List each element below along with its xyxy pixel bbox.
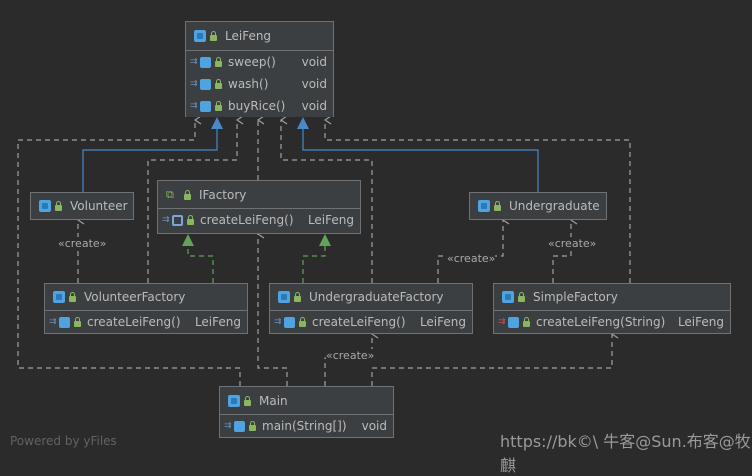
member-type: void (301, 55, 327, 69)
method-icon (508, 316, 519, 328)
class-title: VolunteerFactory (84, 290, 186, 304)
class-node-volunteer[interactable]: Volunteer (30, 192, 134, 220)
member-name: createLeiFeng() (200, 213, 294, 227)
member-name: main(String[]) (262, 419, 347, 433)
override-icon: ⇉ (49, 317, 57, 327)
member-name: createLeiFeng() (87, 315, 181, 329)
member-type: LeiFeng (307, 213, 354, 227)
class-title: Main (259, 393, 288, 408)
edge-volunteer-arrowhead (211, 117, 223, 129)
class-title: SimpleFactory (533, 290, 618, 304)
class-node-volunteer-factory[interactable]: VolunteerFactory ⇉ createLeiFeng() LeiFeng (44, 283, 248, 334)
interface-title: IFactory (199, 187, 247, 202)
member-type: void (301, 77, 327, 91)
override-icon: ⇉ (274, 317, 282, 327)
abstract-method-icon (172, 214, 183, 226)
class-icon (194, 30, 206, 42)
ifactory-arrowhead-left (182, 234, 194, 246)
member-row[interactable]: ⇉ sweep() void (186, 51, 333, 73)
lock-icon (494, 201, 501, 211)
member-type: LeiFeng (194, 315, 241, 329)
lock-icon (215, 79, 222, 89)
override-icon: ⇉ (190, 101, 198, 111)
member-row[interactable]: ⇉ main(String[]) void (220, 415, 393, 437)
class-icon (228, 394, 240, 407)
member-row[interactable]: ⇉ buyRice() void (186, 95, 333, 117)
watermark: https://bk©\ 牛客@Sun.布客@牧麒 (500, 432, 751, 475)
lock-icon (55, 201, 62, 211)
interface-node-ifactory[interactable]: ⧉ IFactory ⇉ createLeiFeng() LeiFeng (157, 180, 361, 234)
interface-icon: ⧉ (166, 187, 174, 201)
method-icon (234, 420, 245, 432)
member-type: void (301, 99, 327, 113)
ifactory-arrowhead-right (319, 234, 331, 246)
class-title: LeiFeng (225, 29, 272, 43)
lock-icon (523, 317, 530, 327)
class-node-leifeng[interactable]: LeiFeng ⇉ sweep() void ⇉ wash() void ⇉ buyRic… (185, 21, 334, 117)
edge-label-create-main: «create» (326, 349, 375, 362)
lock-icon (74, 317, 81, 327)
class-icon (278, 291, 290, 303)
lock-icon (210, 31, 217, 41)
edge-main-simplefactory (371, 334, 612, 386)
edge-simplefactory-undergraduate (552, 220, 571, 283)
lock-icon (69, 292, 76, 302)
class-icon (39, 200, 51, 212)
method-icon (200, 100, 211, 112)
lock-icon (294, 292, 301, 302)
method-icon (59, 316, 70, 328)
override-icon: ⇉ (162, 215, 170, 225)
lock-icon (299, 317, 306, 327)
powered-by-footer: Powered by yFiles (10, 434, 117, 448)
lock-icon (184, 189, 191, 200)
edge-undergradfactory-implements-ifactory (302, 245, 326, 283)
edge-label-create-undergraduate: «create» (447, 252, 496, 265)
member-row[interactable]: ⇉ createLeiFeng() LeiFeng (158, 209, 360, 231)
member-name: wash() (228, 77, 269, 91)
class-node-undergraduate-factory[interactable]: UndergraduateFactory ⇉ createLeiFeng() Lei… (269, 283, 473, 334)
member-row[interactable]: ⇉ createLeiFeng(String) LeiFeng (494, 311, 730, 333)
member-type: LeiFeng (677, 315, 724, 329)
class-title: UndergraduateFactory (309, 290, 444, 304)
member-name: buyRice() (228, 99, 286, 113)
class-title: Volunteer (70, 199, 128, 213)
member-type: void (361, 419, 387, 433)
lock-icon (244, 395, 251, 406)
member-name: createLeiFeng(String) (536, 315, 666, 329)
class-icon (502, 291, 514, 303)
class-icon (478, 200, 490, 212)
static-marker-icon: ⇉ (498, 317, 506, 327)
class-title: Undergraduate (509, 199, 600, 213)
member-row[interactable]: ⇉ wash() void (186, 73, 333, 95)
edge-volunteerfactory-implements-ifactory (187, 245, 214, 283)
class-node-main[interactable]: Main ⇉ main(String[]) void (219, 386, 394, 438)
override-icon: ⇉ (190, 79, 198, 89)
lock-icon (215, 57, 222, 67)
class-node-undergraduate[interactable]: Undergraduate (469, 192, 607, 220)
static-method-icon: ⇉ (224, 421, 232, 431)
lock-icon (518, 292, 525, 302)
edge-undergraduate-arrowhead (297, 117, 309, 129)
member-name: sweep() (228, 55, 276, 69)
lock-icon (187, 215, 194, 225)
method-icon (284, 316, 295, 328)
member-row[interactable]: ⇉ createLeiFeng() LeiFeng (45, 311, 247, 333)
lock-icon (215, 101, 222, 111)
member-name: createLeiFeng() (312, 315, 406, 329)
edge-label-create-volunteer: «create» (58, 237, 107, 250)
lock-icon (249, 421, 256, 431)
edge-label-create-simple: «create» (548, 237, 597, 250)
class-icon (53, 291, 65, 303)
member-row[interactable]: ⇉ createLeiFeng() LeiFeng (270, 311, 472, 333)
override-icon: ⇉ (190, 57, 198, 67)
class-node-simple-factory[interactable]: SimpleFactory ⇉ createLeiFeng(String) LeiF… (493, 283, 731, 334)
method-icon (200, 78, 211, 90)
method-icon (200, 56, 211, 68)
member-type: LeiFeng (419, 315, 466, 329)
